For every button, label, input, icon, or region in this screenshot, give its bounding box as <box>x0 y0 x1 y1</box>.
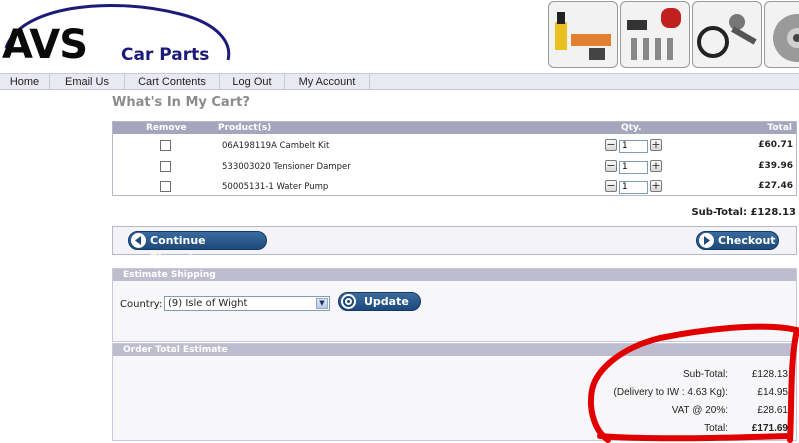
avs-logo[interactable]: AVS Car Parts <box>0 0 240 72</box>
filters-thumbnail[interactable] <box>548 1 618 68</box>
cart-subtotal: Sub-Total: £128.13 <box>691 207 796 218</box>
plus-icon[interactable]: + <box>650 180 662 192</box>
logo-avs-text: AVS <box>2 22 88 68</box>
subtotal-label: Sub-Total: <box>682 369 728 380</box>
cart-row: 50005131-1 Water Pump − 1 + £27.46 <box>113 178 796 198</box>
vat-value: £28.61 <box>757 405 788 416</box>
country-selected-value: (9) Isle of Wight <box>168 298 248 309</box>
page-title: What's In My Cart? <box>112 95 250 110</box>
order-total-title: Order Total Estimate <box>113 344 796 356</box>
nav-log-out[interactable]: Log Out <box>220 74 285 90</box>
brake-disc-thumbnail[interactable] <box>764 1 799 68</box>
minus-icon[interactable]: − <box>605 180 617 192</box>
header-qty: Qty. <box>621 123 642 133</box>
product-name[interactable]: 50005131-1 Water Pump <box>222 182 328 192</box>
logo-car-parts-text: Car Parts <box>121 45 210 65</box>
cart-table: Remove Product(s) Qty. Total 06A198119A … <box>112 121 797 196</box>
delivery-label: (Delivery to IW : 4.63 Kg): <box>613 387 728 398</box>
total-label: Total: <box>704 423 728 434</box>
quantity-stepper: − 1 + <box>605 179 665 194</box>
ignition-parts-thumbnail[interactable] <box>620 1 690 68</box>
refresh-icon <box>341 294 356 309</box>
order-totals: Sub-Total: £128.13 (Delivery to IW : 4.6… <box>488 369 788 439</box>
cart-actions-bar: Continue Shopping Checkout <box>112 226 797 264</box>
quantity-stepper: − 1 + <box>605 138 665 153</box>
nav-my-account[interactable]: My Account <box>285 74 370 90</box>
header-product: Product(s) <box>218 123 272 133</box>
product-thumbnails <box>548 1 799 69</box>
quantity-input[interactable]: 1 <box>619 140 648 153</box>
line-total: £60.71 <box>758 140 793 150</box>
delivery-value: £14.95 <box>757 387 788 398</box>
line-total: £39.96 <box>758 161 793 171</box>
cart-row: 533003020 Tensioner Damper − 1 + £39.96 <box>113 158 796 178</box>
chevron-down-icon[interactable]: ▼ <box>316 298 328 309</box>
estimate-shipping-title: Estimate Shipping <box>113 269 796 281</box>
minus-icon[interactable]: − <box>605 139 617 151</box>
country-select[interactable]: (9) Isle of Wight ▼ <box>164 296 330 311</box>
minus-icon[interactable]: − <box>605 160 617 172</box>
site-header: AVS Car Parts <box>0 0 799 73</box>
header-remove: Remove <box>146 123 187 133</box>
cart-row: 06A198119A Cambelt Kit − 1 + £60.71 <box>113 137 796 157</box>
quantity-stepper: − 1 + <box>605 159 665 174</box>
continue-shopping-button[interactable]: Continue Shopping <box>128 231 267 264</box>
plus-icon[interactable]: + <box>650 160 662 172</box>
vat-label: VAT @ 20%: <box>671 405 728 416</box>
product-name[interactable]: 06A198119A Cambelt Kit <box>222 141 329 151</box>
quantity-input[interactable]: 1 <box>619 181 648 194</box>
checkout-button[interactable]: Checkout <box>696 231 779 250</box>
country-label: Country: <box>120 299 163 310</box>
subtotal-value: £128.13 <box>751 369 788 380</box>
line-total: £27.46 <box>758 181 793 191</box>
main-nav: Home Email Us Cart Contents Log Out My A… <box>0 73 799 90</box>
estimate-shipping-panel: Estimate Shipping Country: (9) Isle of W… <box>112 268 797 342</box>
nav-home[interactable]: Home <box>0 74 50 90</box>
remove-checkbox[interactable] <box>160 161 171 172</box>
nav-cart-contents[interactable]: Cart Contents <box>125 74 220 90</box>
nav-email-us[interactable]: Email Us <box>50 74 125 90</box>
arrow-right-icon <box>699 233 714 248</box>
quantity-input[interactable]: 1 <box>619 161 648 174</box>
belt-kit-thumbnail[interactable] <box>692 1 762 68</box>
arrow-left-icon <box>131 233 146 248</box>
header-total: Total <box>767 123 792 133</box>
product-name[interactable]: 533003020 Tensioner Damper <box>222 162 351 172</box>
total-value: £171.69 <box>751 423 788 434</box>
cart-table-header: Remove Product(s) Qty. Total <box>113 122 796 134</box>
remove-checkbox[interactable] <box>160 181 171 192</box>
remove-checkbox[interactable] <box>160 140 171 151</box>
order-total-panel: Order Total Estimate Sub-Total: £128.13 … <box>112 343 797 441</box>
update-button[interactable]: Update <box>338 292 421 311</box>
plus-icon[interactable]: + <box>650 139 662 151</box>
